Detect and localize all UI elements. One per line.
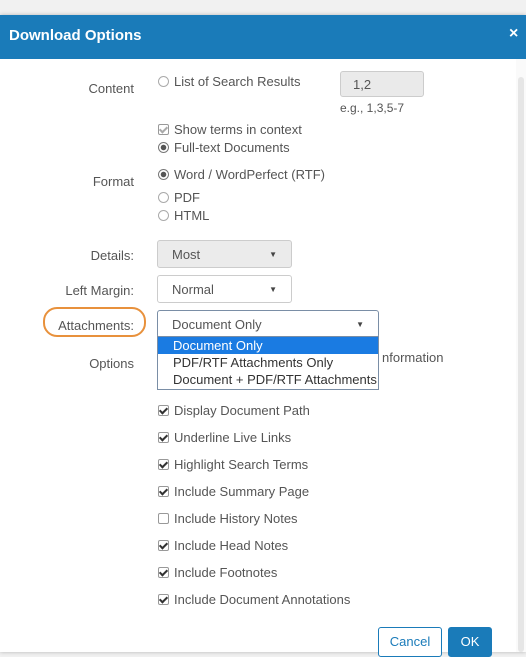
checkbox-icon bbox=[158, 459, 169, 470]
checkbox-label: Highlight Search Terms bbox=[174, 457, 309, 472]
checkbox-label: Display Document Path bbox=[174, 403, 310, 418]
checkbox-icon bbox=[158, 486, 169, 497]
include-footnotes-checkbox[interactable]: Include Footnotes bbox=[158, 565, 277, 580]
options-partial-text: nformation bbox=[382, 350, 444, 365]
scrollbar-thumb[interactable] bbox=[518, 77, 524, 652]
details-label: Details: bbox=[90, 248, 134, 263]
radio-icon bbox=[158, 210, 169, 221]
document-range-input[interactable]: 1,2 bbox=[340, 71, 424, 97]
left-margin-select[interactable]: Normal ▼ bbox=[157, 275, 292, 303]
radio-icon bbox=[158, 192, 169, 203]
underline-live-links-checkbox[interactable]: Underline Live Links bbox=[158, 430, 291, 445]
chevron-down-icon: ▼ bbox=[269, 285, 277, 294]
dropdown-option-document-only[interactable]: Document Only bbox=[158, 337, 378, 354]
dropdown-option-pdf-rtf-only[interactable]: PDF/RTF Attachments Only bbox=[158, 354, 378, 371]
chevron-down-icon: ▼ bbox=[269, 250, 277, 259]
radio-selected-icon bbox=[158, 169, 169, 180]
checkbox-label: Include Document Annotations bbox=[174, 592, 351, 607]
list-of-search-results-label: List of Search Results bbox=[174, 74, 301, 89]
checkbox-icon bbox=[158, 405, 169, 416]
format-label: Format bbox=[92, 174, 134, 189]
checkbox-label: Include Head Notes bbox=[174, 538, 289, 553]
radio-icon bbox=[158, 76, 169, 87]
include-summary-page-checkbox[interactable]: Include Summary Page bbox=[158, 484, 309, 499]
checkbox-icon bbox=[158, 594, 169, 605]
attachments-label: Attachments: bbox=[58, 318, 134, 333]
format-pdf-label: PDF bbox=[174, 190, 200, 205]
range-hint: e.g., 1,3,5-7 bbox=[340, 101, 405, 115]
checkbox-label: Include History Notes bbox=[174, 511, 298, 526]
checkbox-icon bbox=[158, 540, 169, 551]
cancel-button[interactable]: Cancel bbox=[378, 627, 442, 657]
list-of-search-results-radio[interactable]: List of Search Results bbox=[158, 74, 300, 89]
ok-button[interactable]: OK bbox=[448, 627, 492, 657]
checkbox-label: Include Footnotes bbox=[174, 565, 278, 580]
full-text-documents-label: Full-text Documents bbox=[174, 140, 290, 155]
full-text-documents-radio[interactable]: Full-text Documents bbox=[158, 140, 290, 155]
highlight-search-terms-checkbox[interactable]: Highlight Search Terms bbox=[158, 457, 308, 472]
dropdown-option-document-plus-attachments[interactable]: Document + PDF/RTF Attachments bbox=[158, 371, 378, 388]
format-pdf-radio[interactable]: PDF bbox=[158, 190, 200, 205]
format-html-label: HTML bbox=[174, 208, 210, 223]
checkbox-icon bbox=[158, 513, 169, 524]
dialog-title: Download Options bbox=[9, 27, 142, 44]
format-html-radio[interactable]: HTML bbox=[158, 208, 209, 223]
details-select[interactable]: Most ▼ bbox=[157, 240, 292, 268]
close-icon[interactable]: × bbox=[509, 25, 518, 43]
show-terms-checkbox[interactable]: Show terms in context bbox=[158, 122, 302, 137]
details-value: Most bbox=[172, 247, 201, 262]
checkbox-icon bbox=[158, 432, 169, 443]
include-head-notes-checkbox[interactable]: Include Head Notes bbox=[158, 538, 288, 553]
display-document-path-checkbox[interactable]: Display Document Path bbox=[158, 403, 310, 418]
format-rtf-label: Word / WordPerfect (RTF) bbox=[174, 167, 325, 182]
content-label: Content bbox=[88, 81, 134, 96]
left-margin-value: Normal bbox=[172, 282, 214, 297]
left-margin-label: Left Margin: bbox=[65, 283, 134, 298]
include-document-annotations-checkbox[interactable]: Include Document Annotations bbox=[158, 592, 350, 607]
format-rtf-radio[interactable]: Word / WordPerfect (RTF) bbox=[158, 167, 325, 182]
checkbox-label: Underline Live Links bbox=[174, 430, 292, 445]
show-terms-label: Show terms in context bbox=[174, 122, 302, 137]
dialog-titlebar: Download Options × bbox=[0, 15, 526, 59]
checkbox-icon bbox=[158, 567, 169, 578]
attachments-select[interactable]: Document Only ▼ bbox=[157, 310, 379, 338]
checkbox-icon bbox=[158, 124, 169, 135]
radio-selected-icon bbox=[158, 142, 169, 153]
attachments-value: Document Only bbox=[172, 317, 262, 332]
chevron-down-icon: ▼ bbox=[356, 320, 364, 329]
attachments-dropdown-list: Document Only PDF/RTF Attachments Only D… bbox=[157, 336, 379, 390]
checkbox-label: Include Summary Page bbox=[174, 484, 310, 499]
options-label: Options bbox=[89, 356, 134, 371]
include-history-notes-checkbox[interactable]: Include History Notes bbox=[158, 511, 298, 526]
